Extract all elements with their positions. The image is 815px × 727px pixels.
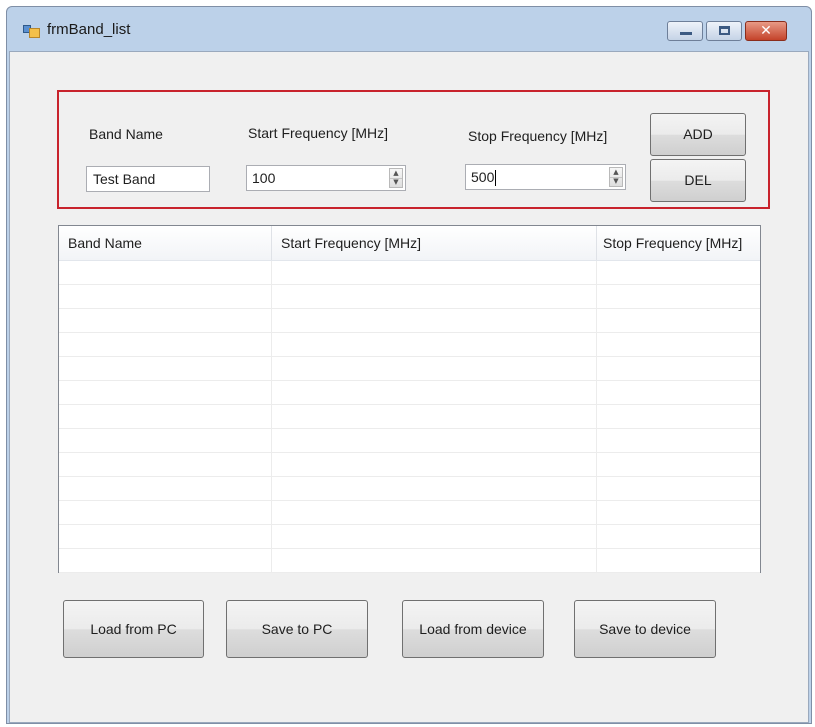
table-cell [59, 333, 272, 357]
load-from-pc-button[interactable]: Load from PC [63, 600, 204, 658]
add-button[interactable]: ADD [650, 113, 746, 156]
table-cell [59, 309, 272, 333]
table-cell [59, 525, 272, 549]
band-name-label: Band Name [89, 126, 163, 142]
del-button[interactable]: DEL [650, 159, 746, 202]
table-row [59, 405, 760, 429]
table-row [59, 285, 760, 309]
minimize-button[interactable] [667, 21, 703, 41]
table-cell [272, 309, 597, 333]
save-to-pc-button[interactable]: Save to PC [226, 600, 368, 658]
spinner: ▲ ▼ [389, 168, 403, 188]
stop-frequency-value: 500 [471, 169, 495, 185]
table-row [59, 525, 760, 549]
start-frequency-value: 100 [252, 170, 276, 186]
load-from-device-button[interactable]: Load from device [402, 600, 544, 658]
table-row [59, 429, 760, 453]
table-cell [272, 381, 597, 405]
minimize-icon [680, 32, 692, 35]
table-cell [59, 477, 272, 501]
table-row [59, 357, 760, 381]
table-cell [272, 285, 597, 309]
stop-frequency-label: Stop Frequency [MHz] [468, 128, 608, 144]
form-client-area: Band Name Test Band Start Frequency [MHz… [9, 51, 809, 723]
table-cell [272, 453, 597, 477]
table-row [59, 261, 760, 285]
maximize-icon [719, 26, 730, 35]
table-row [59, 549, 760, 573]
band-name-input[interactable]: Test Band [86, 166, 210, 192]
table-row [59, 381, 760, 405]
table-cell [59, 381, 272, 405]
spinner: ▲ ▼ [609, 167, 623, 187]
spin-down-icon[interactable]: ▼ [610, 177, 622, 186]
table-cell [59, 285, 272, 309]
app-window: frmBand_list ✕ Band Name Test Band Start… [6, 6, 812, 724]
table-cell [272, 357, 597, 381]
table-cell [59, 453, 272, 477]
table-cell [272, 261, 597, 285]
window-title: frmBand_list [47, 21, 131, 38]
stop-frequency-stepper[interactable]: 500 ▲ ▼ [465, 164, 626, 190]
table-header: Band Name Start Frequency [MHz] Stop Fre… [59, 226, 760, 261]
close-button[interactable]: ✕ [745, 21, 787, 41]
table-cell [272, 333, 597, 357]
table-row [59, 309, 760, 333]
table-cell [59, 549, 272, 573]
table-cell [59, 429, 272, 453]
table-cell [272, 525, 597, 549]
spin-down-icon[interactable]: ▼ [390, 178, 402, 187]
table-cell [272, 429, 597, 453]
table-cell [59, 261, 272, 285]
table-row [59, 501, 760, 525]
save-to-device-button[interactable]: Save to device [574, 600, 716, 658]
start-frequency-stepper[interactable]: 100 ▲ ▼ [246, 165, 406, 191]
table-row [59, 477, 760, 501]
table-cell [272, 549, 597, 573]
column-header-stop-frequency[interactable]: Stop Frequency [MHz] [597, 226, 760, 260]
table-cell [272, 501, 597, 525]
table-cell [59, 501, 272, 525]
start-frequency-label: Start Frequency [MHz] [248, 125, 389, 141]
column-header-band-name[interactable]: Band Name [59, 226, 272, 260]
table-cell [59, 357, 272, 381]
band-list-table[interactable]: Band Name Start Frequency [MHz] Stop Fre… [58, 225, 761, 573]
table-row [59, 453, 760, 477]
title-bar[interactable]: frmBand_list ✕ [7, 7, 811, 49]
column-header-start-frequency[interactable]: Start Frequency [MHz] [272, 226, 597, 260]
table-cell [59, 405, 272, 429]
maximize-button[interactable] [706, 21, 742, 41]
close-icon: ✕ [760, 23, 772, 39]
table-row [59, 333, 760, 357]
table-cell [272, 477, 597, 501]
table-body [59, 261, 760, 573]
table-cell [272, 405, 597, 429]
text-caret [495, 170, 497, 187]
form-icon [23, 23, 40, 38]
band-input-group: Band Name Test Band Start Frequency [MHz… [57, 90, 770, 209]
